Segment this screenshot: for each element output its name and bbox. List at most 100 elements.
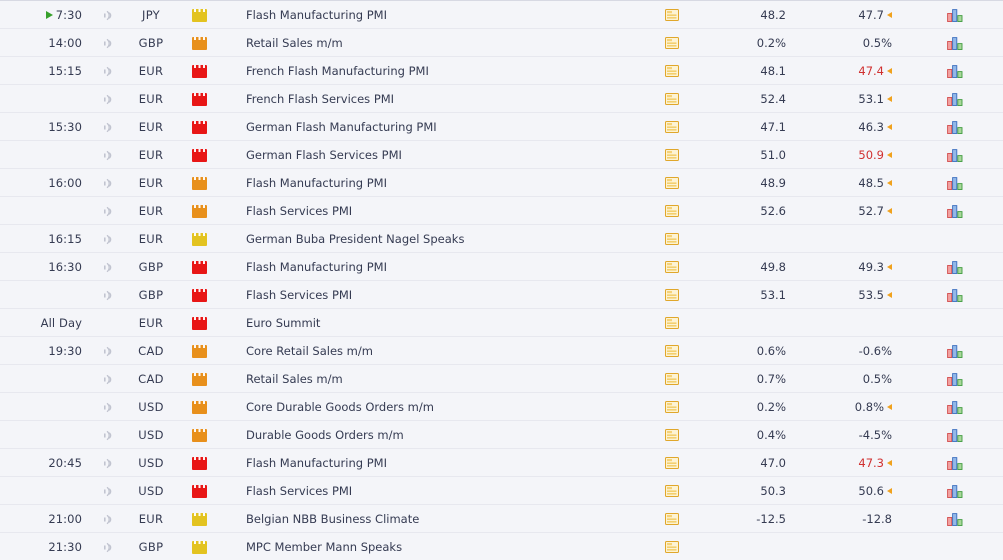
detail-cell[interactable] xyxy=(642,0,702,29)
event-title[interactable]: Retail Sales m/m xyxy=(246,372,343,386)
event-title-cell[interactable]: Core Retail Sales m/m xyxy=(242,336,642,365)
event-title[interactable]: Retail Sales m/m xyxy=(246,36,343,50)
calendar-row[interactable]: EUR French Flash Services PMI 52.4 53.1 xyxy=(0,84,1003,113)
event-title-cell[interactable]: French Flash Services PMI xyxy=(242,84,642,113)
detail-cell[interactable] xyxy=(642,336,702,365)
detail-cell[interactable] xyxy=(642,112,702,141)
folder-icon[interactable] xyxy=(665,541,679,553)
event-title-cell[interactable]: German Flash Services PMI xyxy=(242,140,642,169)
speaker-icon[interactable] xyxy=(101,289,114,302)
calendar-row[interactable]: EUR German Flash Services PMI 51.0 50.9 xyxy=(0,140,1003,169)
bar-graph-icon[interactable] xyxy=(947,204,964,218)
alert-sound-cell[interactable] xyxy=(92,504,122,533)
calendar-row[interactable]: CAD Retail Sales m/m 0.7% 0.5% xyxy=(0,364,1003,393)
event-title-cell[interactable]: Euro Summit xyxy=(242,308,642,337)
event-title[interactable]: German Flash Services PMI xyxy=(246,148,402,162)
speaker-icon[interactable] xyxy=(101,345,114,358)
graph-cell[interactable] xyxy=(908,364,1003,393)
event-title[interactable]: Flash Manufacturing PMI xyxy=(246,8,387,22)
calendar-row[interactable]: EUR Flash Services PMI 52.6 52.7 xyxy=(0,196,1003,225)
alert-sound-cell[interactable] xyxy=(92,392,122,421)
event-title[interactable]: Euro Summit xyxy=(246,316,320,330)
event-title[interactable]: Durable Goods Orders m/m xyxy=(246,428,404,442)
bar-graph-icon[interactable] xyxy=(947,260,964,274)
event-title[interactable]: Core Durable Goods Orders m/m xyxy=(246,400,434,414)
graph-cell[interactable] xyxy=(908,504,1003,533)
detail-cell[interactable] xyxy=(642,224,702,253)
event-title-cell[interactable]: Belgian NBB Business Climate xyxy=(242,504,642,533)
detail-cell[interactable] xyxy=(642,392,702,421)
event-title[interactable]: Flash Manufacturing PMI xyxy=(246,260,387,274)
alert-sound-cell[interactable] xyxy=(92,140,122,169)
bar-graph-icon[interactable] xyxy=(947,288,964,302)
folder-icon[interactable] xyxy=(665,485,679,497)
speaker-icon[interactable] xyxy=(101,457,114,470)
speaker-icon[interactable] xyxy=(101,541,114,554)
speaker-icon[interactable] xyxy=(101,261,114,274)
folder-icon[interactable] xyxy=(665,429,679,441)
folder-icon[interactable] xyxy=(665,121,679,133)
graph-cell[interactable] xyxy=(908,112,1003,141)
event-title-cell[interactable]: Flash Services PMI xyxy=(242,280,642,309)
graph-cell[interactable] xyxy=(908,476,1003,505)
calendar-row[interactable]: 15:30 EUR German Flash Manufacturing PMI 47… xyxy=(0,112,1003,141)
calendar-row[interactable]: 16:15 EUR German Buba President Nagel Spea… xyxy=(0,224,1003,253)
event-title[interactable]: German Buba President Nagel Speaks xyxy=(246,232,464,246)
calendar-row[interactable]: 16:30 GBP Flash Manufacturing PMI 49.8 49.3 xyxy=(0,252,1003,281)
event-title-cell[interactable]: German Flash Manufacturing PMI xyxy=(242,112,642,141)
calendar-row[interactable]: 15:15 EUR French Flash Manufacturing PMI 48… xyxy=(0,56,1003,85)
graph-cell[interactable] xyxy=(908,140,1003,169)
alert-sound-cell[interactable] xyxy=(92,448,122,477)
event-title-cell[interactable]: Core Durable Goods Orders m/m xyxy=(242,392,642,421)
calendar-row[interactable]: 21:30 GBP MPC Member Mann Speaks xyxy=(0,532,1003,560)
calendar-row[interactable]: USD Core Durable Goods Orders m/m 0.2% 0.8% xyxy=(0,392,1003,421)
folder-icon[interactable] xyxy=(665,233,679,245)
bar-graph-icon[interactable] xyxy=(947,484,964,498)
graph-cell[interactable] xyxy=(908,336,1003,365)
calendar-row[interactable]: 7:30 JPY Flash Manufacturing PMI 48.2 47.7 xyxy=(0,0,1003,29)
graph-cell[interactable] xyxy=(908,392,1003,421)
alert-sound-cell[interactable] xyxy=(92,56,122,85)
detail-cell[interactable] xyxy=(642,476,702,505)
speaker-icon[interactable] xyxy=(101,485,114,498)
folder-icon[interactable] xyxy=(665,149,679,161)
bar-graph-icon[interactable] xyxy=(947,120,964,134)
calendar-row[interactable]: USD Flash Services PMI 50.3 50.6 xyxy=(0,476,1003,505)
bar-graph-icon[interactable] xyxy=(947,8,964,22)
event-title[interactable]: MPC Member Mann Speaks xyxy=(246,540,402,554)
alert-sound-cell[interactable] xyxy=(92,224,122,253)
detail-cell[interactable] xyxy=(642,140,702,169)
bar-graph-icon[interactable] xyxy=(947,400,964,414)
bar-graph-icon[interactable] xyxy=(947,344,964,358)
detail-cell[interactable] xyxy=(642,84,702,113)
event-title-cell[interactable]: Flash Manufacturing PMI xyxy=(242,168,642,197)
speaker-icon[interactable] xyxy=(101,233,114,246)
alert-sound-cell[interactable] xyxy=(92,476,122,505)
graph-cell[interactable] xyxy=(908,280,1003,309)
event-title-cell[interactable]: French Flash Manufacturing PMI xyxy=(242,56,642,85)
speaker-icon[interactable] xyxy=(101,121,114,134)
speaker-icon[interactable] xyxy=(101,65,114,78)
folder-icon[interactable] xyxy=(665,9,679,21)
folder-icon[interactable] xyxy=(665,373,679,385)
folder-icon[interactable] xyxy=(665,93,679,105)
detail-cell[interactable] xyxy=(642,308,702,337)
event-title[interactable]: Flash Manufacturing PMI xyxy=(246,176,387,190)
detail-cell[interactable] xyxy=(642,420,702,449)
speaker-icon[interactable] xyxy=(101,9,114,22)
folder-icon[interactable] xyxy=(665,401,679,413)
alert-sound-cell[interactable] xyxy=(92,112,122,141)
speaker-icon[interactable] xyxy=(101,37,114,50)
alert-sound-cell[interactable] xyxy=(92,280,122,309)
detail-cell[interactable] xyxy=(642,504,702,533)
event-title[interactable]: Belgian NBB Business Climate xyxy=(246,512,419,526)
event-title-cell[interactable]: Flash Manufacturing PMI xyxy=(242,448,642,477)
bar-graph-icon[interactable] xyxy=(947,36,964,50)
speaker-icon[interactable] xyxy=(101,149,114,162)
event-title[interactable]: Flash Services PMI xyxy=(246,288,352,302)
alert-sound-cell[interactable] xyxy=(92,420,122,449)
folder-icon[interactable] xyxy=(665,289,679,301)
event-title-cell[interactable]: MPC Member Mann Speaks xyxy=(242,532,642,560)
graph-cell[interactable] xyxy=(908,168,1003,197)
bar-graph-icon[interactable] xyxy=(947,148,964,162)
